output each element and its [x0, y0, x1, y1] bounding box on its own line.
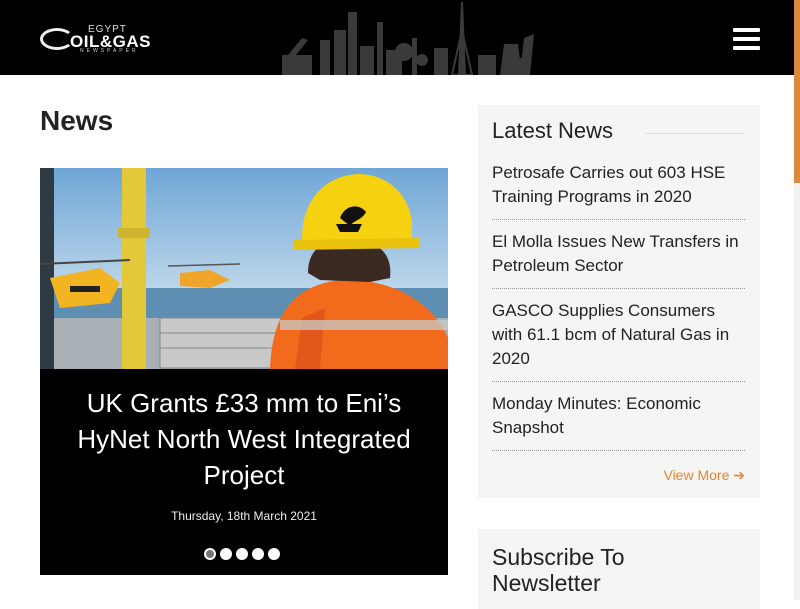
latest-news-widget: Latest News Petrosafe Carries out 603 HS…: [478, 105, 760, 498]
slider-dot-2[interactable]: [220, 548, 232, 560]
page-title: News: [40, 105, 114, 136]
page-scrollbar[interactable]: [794, 0, 800, 600]
slide-image[interactable]: [40, 168, 448, 369]
slider-dot-3[interactable]: [236, 548, 248, 560]
view-more-link[interactable]: View More ➔: [663, 467, 745, 484]
news-divider: [492, 381, 745, 382]
site-logo[interactable]: EGYPT OIL&GAS NEWSPAPER: [40, 24, 180, 56]
site-header: EGYPT OIL&GAS NEWSPAPER: [0, 0, 794, 75]
latest-news-item[interactable]: Petrosafe Carries out 603 HSE Training P…: [492, 161, 745, 209]
slider-dot-1[interactable]: [204, 548, 216, 560]
latest-news-title: Latest News: [492, 118, 614, 143]
arrow-right-icon: ➔: [733, 467, 745, 483]
slider-dot-4[interactable]: [252, 548, 264, 560]
logo-sub-text: NEWSPAPER: [80, 48, 139, 54]
latest-news-item[interactable]: Monday Minutes: Economic Snapshot: [492, 392, 745, 440]
industrial-skyline-illustration: [282, 2, 534, 75]
latest-news-item[interactable]: GASCO Supplies Consumers with 61.1 bcm o…: [492, 299, 745, 371]
hamburger-menu-icon[interactable]: [733, 28, 760, 50]
news-divider: [492, 450, 745, 451]
view-more-label: View More: [663, 467, 730, 483]
newsletter-widget: Subscribe To Newsletter: [478, 529, 760, 609]
title-divider: [646, 133, 744, 134]
slide-caption[interactable]: UK Grants £33 mm to Eni’s HyNet North We…: [40, 385, 448, 493]
slide-date: Thursday, 18th March 2021: [171, 509, 317, 523]
latest-news-item[interactable]: El Molla Issues New Transfers in Petrole…: [492, 230, 745, 278]
scrollbar-thumb[interactable]: [794, 0, 800, 183]
news-slider[interactable]: UK Grants £33 mm to Eni’s HyNet North We…: [40, 168, 448, 575]
slider-dot-5[interactable]: [268, 548, 280, 560]
news-divider: [492, 219, 745, 220]
logo-swirl-icon: [40, 28, 74, 50]
newsletter-title: Subscribe To Newsletter: [492, 544, 625, 596]
news-divider: [492, 288, 745, 289]
slider-dots: [204, 548, 280, 560]
